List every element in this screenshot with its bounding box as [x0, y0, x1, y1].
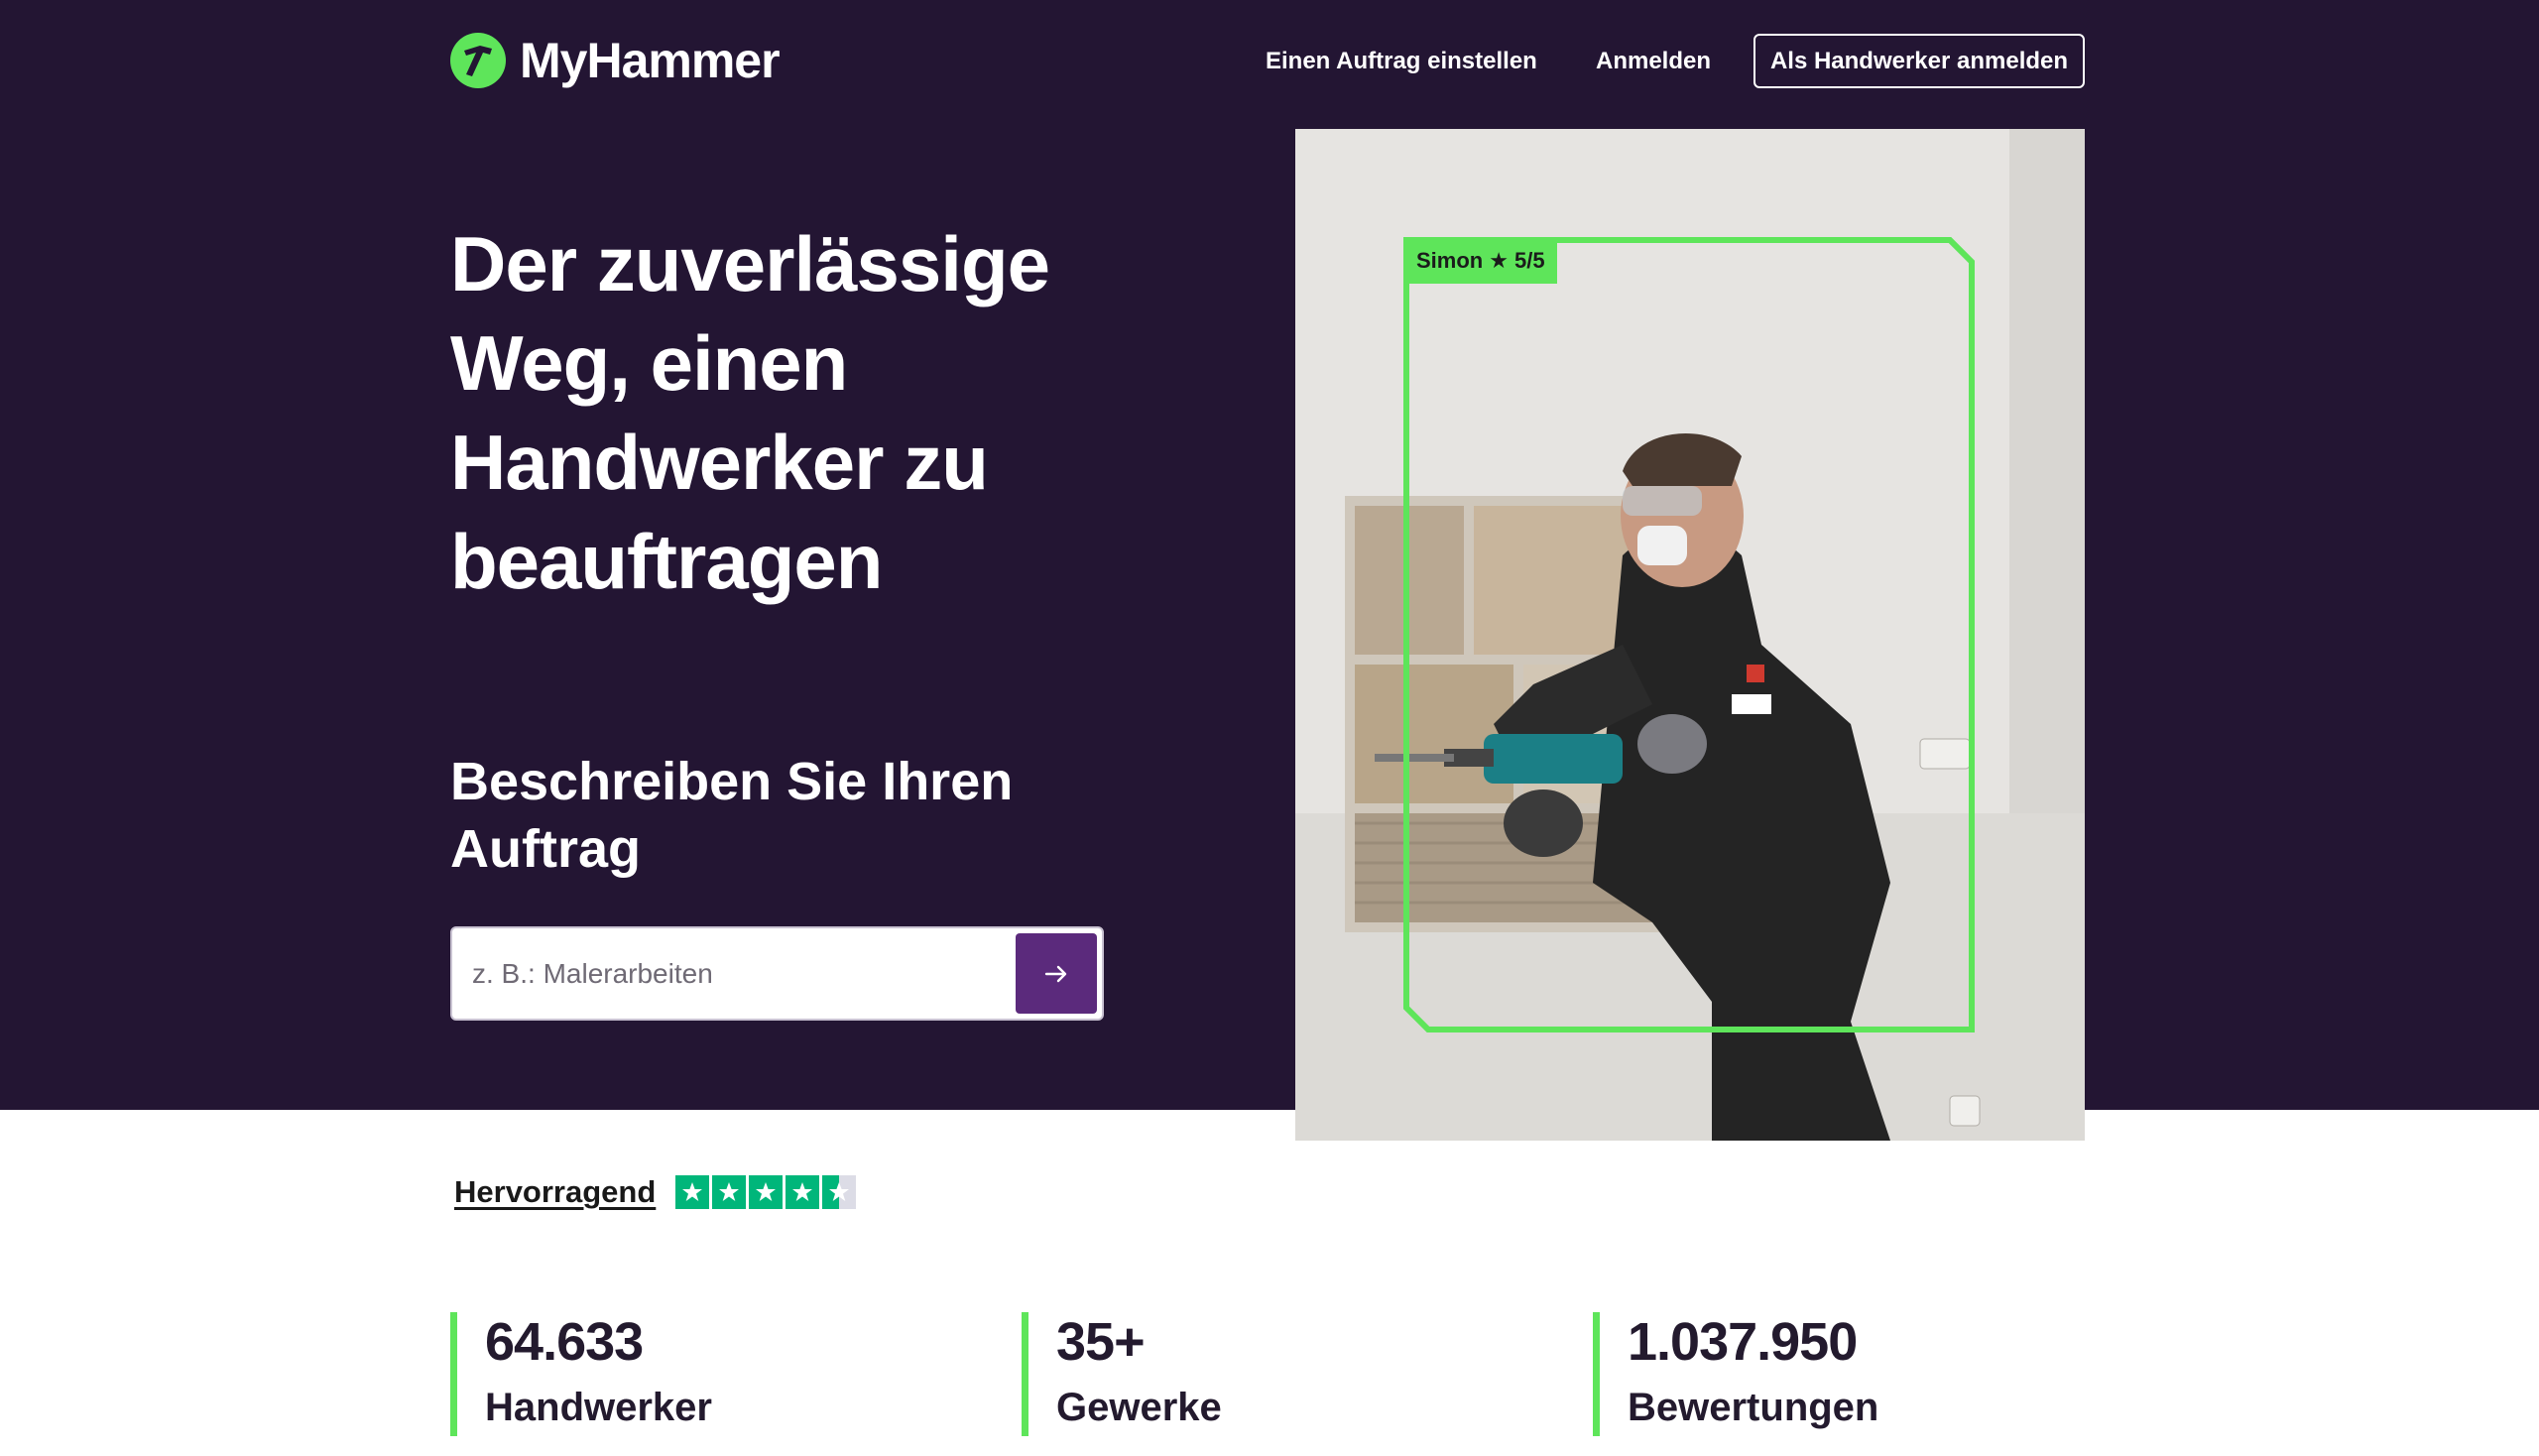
star-icon [786, 1175, 820, 1209]
badge-rating: 5/5 [1513, 248, 1545, 273]
craftsman-rating-badge: Simon ★ 5/5 [1404, 238, 1557, 284]
stat-label: Gewerke [1056, 1386, 1222, 1429]
job-search-input[interactable] [472, 948, 1008, 1000]
star-icon [749, 1175, 784, 1209]
stat-label: Bewertungen [1628, 1386, 1879, 1429]
job-description-heading: Beschreiben Sie Ihren Auftrag [450, 752, 1014, 879]
stat-craftsmen: 64.633 Handwerker [450, 1312, 712, 1436]
arrow-right-icon [1044, 965, 1067, 982]
hero-section [0, 0, 2539, 1110]
nav-login-link[interactable]: Anmelden [1596, 48, 1711, 75]
stat-number: 35+ [1056, 1312, 1146, 1372]
pro-signup-button[interactable]: Als Handwerker anmelden [1753, 34, 2085, 88]
logo[interactable]: MyHammer [450, 32, 781, 89]
star-icon [675, 1175, 710, 1209]
search-submit-button[interactable] [1016, 933, 1097, 1014]
trustpilot-label[interactable]: Hervorragend [454, 1174, 656, 1210]
stat-number: 64.633 [485, 1312, 644, 1372]
job-search-form [450, 926, 1104, 1021]
stat-label: Handwerker [485, 1386, 712, 1429]
stat-reviews: 1.037.950 Bewertungen [1593, 1312, 1878, 1436]
stat-trades: 35+ Gewerke [1022, 1312, 1222, 1436]
star-icon: ★ [1489, 248, 1509, 273]
nav-post-job-link[interactable]: Einen Auftrag einstellen [1266, 48, 1537, 75]
logo-text: MyHammer [520, 33, 781, 88]
trustpilot-rating[interactable]: Hervorragend [454, 1174, 857, 1210]
stat-number: 1.037.950 [1628, 1312, 1858, 1372]
page-title: Der zuverlässige Weg, einen Handwerker z… [450, 220, 1050, 605]
badge-name: Simon [1416, 248, 1484, 273]
star-icon [712, 1175, 747, 1209]
half-star-icon [822, 1175, 857, 1209]
trustpilot-stars [675, 1175, 857, 1209]
hammer-icon [450, 33, 506, 88]
